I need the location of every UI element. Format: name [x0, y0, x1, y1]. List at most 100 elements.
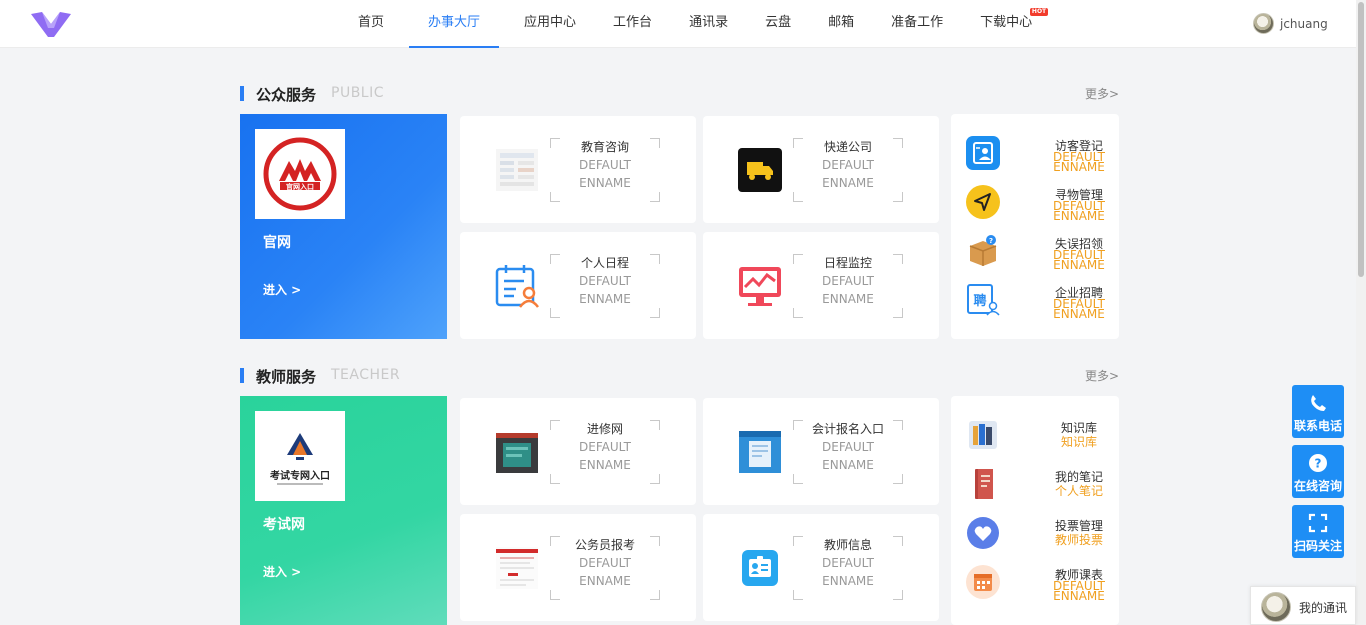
more-link[interactable]: 更多>	[1085, 367, 1119, 384]
nav-home[interactable]: 首页	[346, 0, 396, 48]
section-title: 公众服务	[256, 86, 317, 104]
banner-name: 官网	[263, 235, 291, 251]
card-en-line1: DEFAULT	[579, 440, 631, 454]
card-schedule-monitor[interactable]: 日程监控 DEFAULT ENNAME	[703, 232, 939, 339]
card-en-line1: DEFAULT	[579, 158, 631, 172]
card-training-site[interactable]: 进修网 DEFAULT ENNAME	[460, 398, 696, 505]
section-marker	[240, 86, 244, 101]
card-text: 快递公司 DEFAULT ENNAME	[793, 138, 903, 202]
card-title: 个人日程	[580, 256, 629, 270]
card-accounting-registration[interactable]: 会计报名入口 DEFAULT ENNAME	[703, 398, 939, 505]
card-title: 日程监控	[823, 256, 872, 270]
side-item-title: 我的笔记	[1054, 470, 1103, 484]
nav-contacts-label: 通讯录	[689, 15, 729, 30]
nav-workbench[interactable]: 工作台	[601, 0, 664, 48]
card-en-line2: ENNAME	[579, 458, 631, 472]
side-item-subtitle: 教师投票	[1054, 533, 1103, 547]
banner-enter-link[interactable]: 进入 >	[263, 281, 301, 298]
section-subtitle: TEACHER	[331, 367, 401, 383]
svg-text:?: ?	[1315, 457, 1322, 471]
nav-preparation[interactable]: 准备工作	[879, 0, 955, 48]
user-menu[interactable]: jchuang	[1253, 13, 1328, 34]
card-civil-service-exam[interactable]: 公务员报考 DEFAULT ENNAME	[460, 514, 696, 621]
paper-plane-icon	[966, 185, 1000, 219]
nav-mailbox[interactable]: 邮箱	[816, 0, 866, 48]
card-express-company[interactable]: 快递公司 DEFAULT ENNAME	[703, 116, 939, 223]
scan-icon	[1308, 513, 1328, 533]
side-item-teacher-timetable[interactable]: 教师课表 DEFAULT ENNAME	[966, 565, 1116, 605]
public-service-section: 公众服务 PUBLIC 更多> 官网入口 官网 进入 > 教育咨询 DEFAUL…	[240, 84, 1119, 341]
side-item-knowledge-base[interactable]: 知识库 知识库	[966, 418, 1116, 458]
banner-enter-link[interactable]: 进入 >	[263, 563, 301, 580]
card-text: 日程监控 DEFAULT ENNAME	[793, 254, 903, 318]
avatar	[1253, 13, 1274, 34]
user-name: jchuang	[1280, 16, 1328, 31]
public-side-list: 访客登记 DEFAULT ENNAME 寻物管理 DEFAULT ENNAME …	[951, 114, 1119, 339]
scrollbar-thumb[interactable]	[1358, 2, 1364, 277]
card-text: 进修网 DEFAULT ENNAME	[550, 420, 660, 484]
card-en-line2: ENNAME	[822, 176, 874, 190]
nav-app-center[interactable]: 应用中心	[512, 0, 588, 48]
card-title: 快递公司	[823, 140, 872, 154]
card-education-consulting[interactable]: 教育咨询 DEFAULT ENNAME	[460, 116, 696, 223]
heart-vote-icon	[967, 517, 999, 549]
scan-follow-button[interactable]: 扫码关注	[1292, 505, 1344, 558]
side-item-visitor-registration[interactable]: 访客登记 DEFAULT ENNAME	[966, 136, 1116, 176]
side-item-en-line2: ENNAME	[1053, 160, 1105, 174]
app-logo-icon[interactable]	[30, 8, 72, 38]
more-link[interactable]: 更多>	[1085, 85, 1119, 102]
official-site-logo: 官网入口	[255, 129, 345, 219]
official-site-banner[interactable]: 官网入口 官网 进入 >	[240, 114, 447, 339]
delivery-truck-icon	[738, 148, 782, 192]
accounting-site-thumbnail-icon	[739, 431, 781, 473]
side-item-lost-found-management[interactable]: 寻物管理 DEFAULT ENNAME	[966, 185, 1116, 225]
card-teacher-info[interactable]: 教师信息 DEFAULT ENNAME	[703, 514, 939, 621]
nav-contacts[interactable]: 通讯录	[677, 0, 740, 48]
svg-text:?: ?	[989, 237, 993, 245]
monitor-chart-icon	[739, 267, 781, 306]
side-item-title: 知识库	[1060, 421, 1097, 435]
card-personal-schedule[interactable]: 个人日程 DEFAULT ENNAME	[460, 232, 696, 339]
svg-text:聘: 聘	[973, 293, 986, 309]
card-en-line2: ENNAME	[822, 458, 874, 472]
nav-service-hall-label: 办事大厅	[428, 15, 481, 30]
card-en-line1: DEFAULT	[822, 158, 874, 172]
teacher-side-list: 知识库 知识库 我的笔记 个人笔记 投票管理 教师投票 教师课表 DEFAULT…	[951, 396, 1119, 625]
card-en-line1: DEFAULT	[579, 274, 631, 288]
online-consult-button[interactable]: ? 在线咨询	[1292, 445, 1344, 498]
card-text: 公务员报考 DEFAULT ENNAME	[550, 536, 660, 600]
contact-phone-button[interactable]: 联系电话	[1292, 385, 1344, 438]
id-card-icon	[742, 550, 778, 586]
document-thumbnail-icon	[496, 149, 538, 191]
card-en-line1: DEFAULT	[822, 440, 874, 454]
exam-site-logo-icon: 考试专网入口	[270, 433, 330, 485]
card-en-line1: DEFAULT	[822, 274, 874, 288]
side-item-en-line2: ENNAME	[1053, 307, 1105, 321]
nav-service-hall[interactable]: 办事大厅	[409, 0, 500, 48]
card-text: 教师信息 DEFAULT ENNAME	[793, 536, 903, 600]
nav-mailbox-label: 邮箱	[828, 15, 855, 30]
side-item-enterprise-recruitment[interactable]: 聘 企业招聘 DEFAULT ENNAME	[966, 283, 1116, 323]
visitor-card-icon	[966, 136, 1000, 170]
side-item-subtitle: 个人笔记	[1054, 484, 1103, 498]
my-messages-widget[interactable]: 我的通讯	[1250, 586, 1356, 625]
nav-download-center[interactable]: 下载中心 HOT	[968, 0, 1049, 48]
card-en-line2: ENNAME	[579, 574, 631, 588]
card-title: 会计报名入口	[811, 422, 884, 436]
card-title: 公务员报考	[574, 538, 635, 552]
side-item-vote-management[interactable]: 投票管理 教师投票	[966, 516, 1116, 556]
nav-preparation-label: 准备工作	[891, 15, 944, 30]
my-messages-label: 我的通讯	[1299, 601, 1348, 615]
card-en-line1: DEFAULT	[822, 556, 874, 570]
nav-cloud-disk[interactable]: 云盘	[753, 0, 803, 48]
card-en-line2: ENNAME	[822, 574, 874, 588]
official-site-logo-text: 官网入口	[286, 182, 314, 191]
page-scrollbar[interactable]	[1356, 0, 1366, 625]
card-title: 教育咨询	[580, 140, 629, 154]
nav-workbench-label: 工作台	[613, 15, 653, 30]
side-item-my-notes[interactable]: 我的笔记 个人笔记	[966, 467, 1116, 507]
exam-site-banner[interactable]: 考试专网入口 考试网 进入 >	[240, 396, 447, 625]
side-item-lost-claim[interactable]: ? 失误招领 DEFAULT ENNAME	[966, 234, 1116, 274]
package-box-icon: ?	[969, 235, 997, 266]
scan-follow-label: 扫码关注	[1293, 539, 1342, 553]
